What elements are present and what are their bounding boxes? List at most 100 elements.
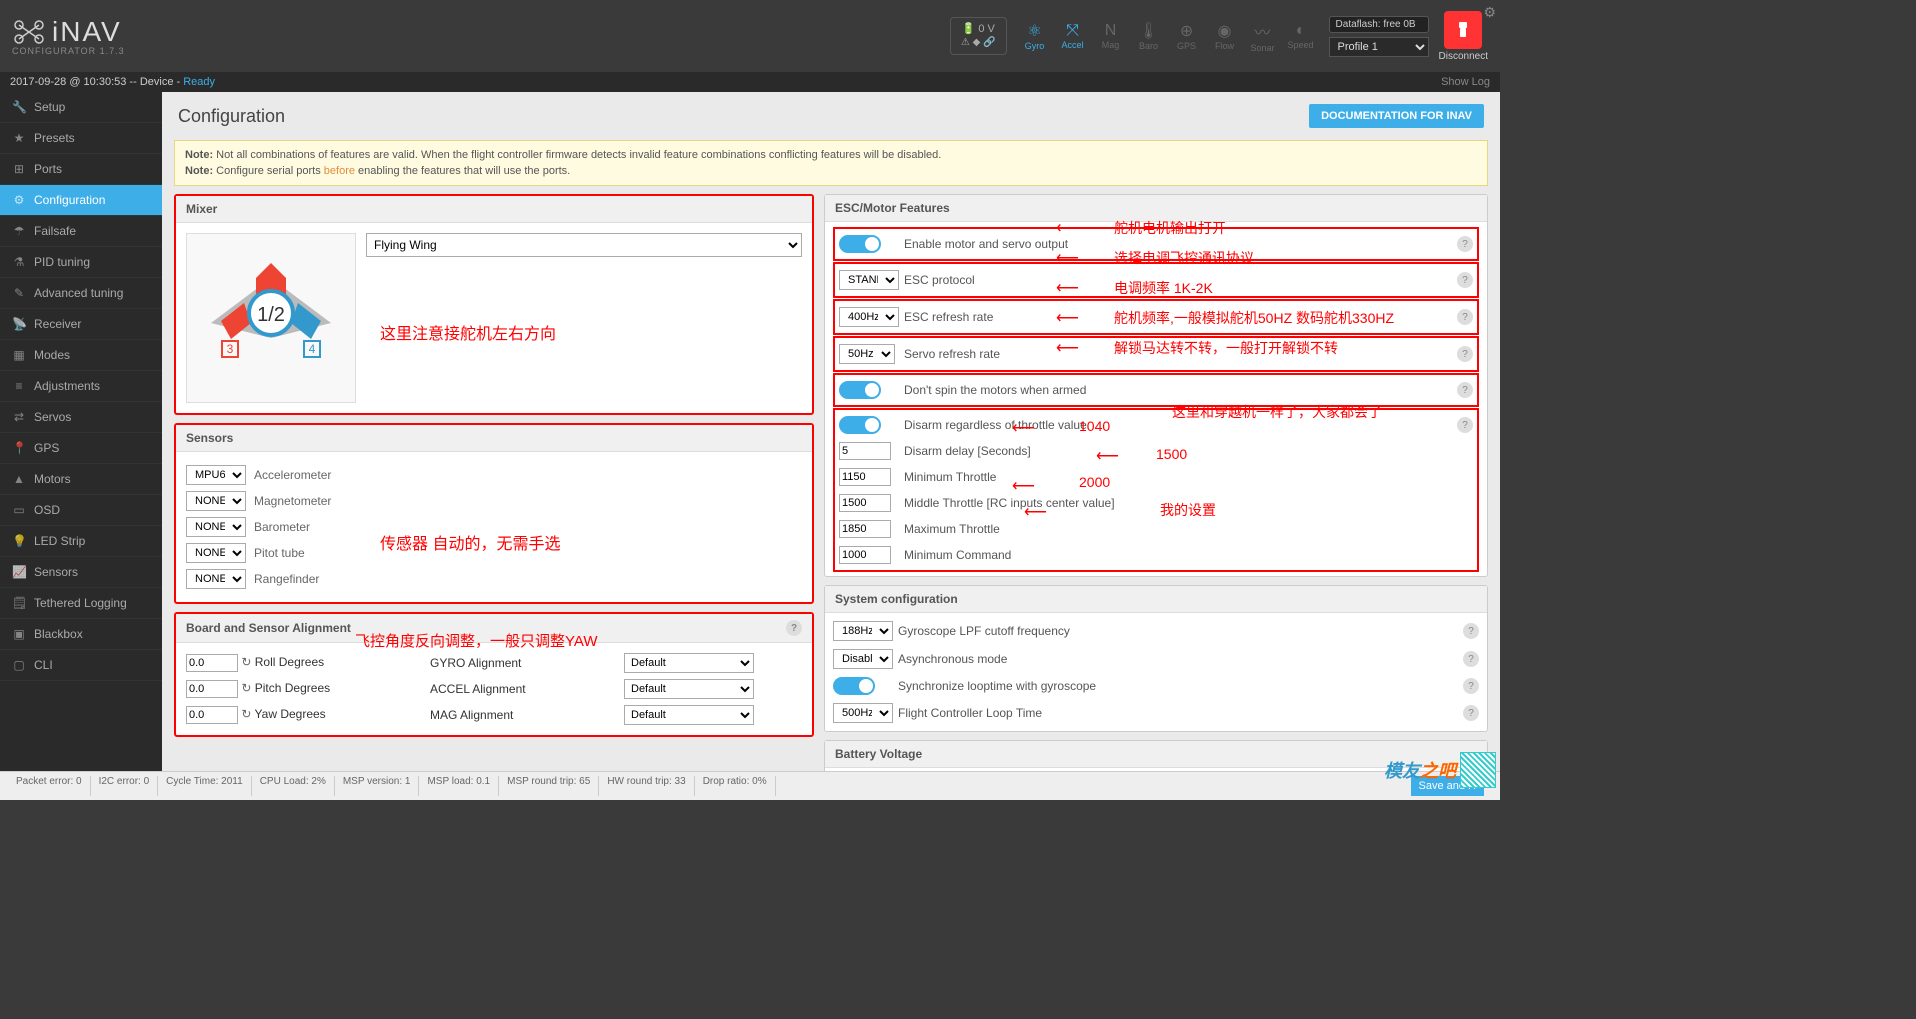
help-icon[interactable]: ? xyxy=(1463,705,1479,721)
logo-area: iNAV CONFIGURATOR 1.7.3 xyxy=(12,16,125,56)
barometer-select[interactable]: NONE xyxy=(186,517,246,537)
antenna-icon: 📡 xyxy=(12,317,26,331)
sensor-sonar-icon: 〰Sonar xyxy=(1245,14,1281,58)
log-icon: 🗒 xyxy=(12,596,26,610)
magnetometer-select[interactable]: NONE xyxy=(186,491,246,511)
sidebar-item-label: Blackbox xyxy=(34,627,83,641)
ports-icon: ⊞ xyxy=(12,162,26,176)
status-ready: Ready xyxy=(183,76,215,88)
config-label: Gyroscope LPF cutoff frequency xyxy=(898,624,1070,638)
sensor-gyro-icon: ⚛Gyro xyxy=(1017,14,1053,58)
disconnect-label: Disconnect xyxy=(1439,51,1488,62)
sidebar-item-receiver[interactable]: 📡Receiver xyxy=(0,309,162,340)
settings-gear-icon[interactable]: ⚙ xyxy=(1483,4,1496,21)
sidebar-item-ports[interactable]: ⊞Ports xyxy=(0,154,162,185)
rangefinder-select[interactable]: NONE xyxy=(186,569,246,589)
enable-motor-toggle[interactable] xyxy=(839,235,881,253)
sidebar-item-label: Modes xyxy=(34,348,70,362)
star-icon: ★ xyxy=(12,131,26,145)
disconnect-button[interactable] xyxy=(1444,11,1482,49)
inav-drone-icon xyxy=(12,18,46,46)
disarm-delay-input[interactable] xyxy=(839,442,891,460)
min-command-input[interactable] xyxy=(839,546,891,564)
esc-motor-panel: ESC/Motor Features Enable motor and serv… xyxy=(824,194,1488,577)
sidebar-item-modes[interactable]: ▦Modes xyxy=(0,340,162,371)
reset-icon[interactable]: ↻ xyxy=(241,707,251,721)
esc-refresh-select[interactable]: 400Hz xyxy=(839,307,899,327)
accelerometer-select[interactable]: MPU60 xyxy=(186,465,246,485)
help-icon[interactable]: ? xyxy=(1457,236,1473,252)
reset-icon[interactable]: ↻ xyxy=(241,655,251,669)
motor-stop-toggle[interactable] xyxy=(839,381,881,399)
help-icon[interactable]: ? xyxy=(1463,623,1479,639)
panel-title: Battery Voltage xyxy=(835,747,922,761)
servo-refresh-select[interactable]: 50Hz xyxy=(839,344,895,364)
gyro-lpf-select[interactable]: 188Hz xyxy=(833,621,893,641)
sidebar-item-osd[interactable]: ▭OSD xyxy=(0,495,162,526)
sidebar-item-presets[interactable]: ★Presets xyxy=(0,123,162,154)
config-label: Pitot tube xyxy=(254,546,305,560)
gyro-align-select[interactable]: Default xyxy=(624,653,754,673)
help-icon[interactable]: ? xyxy=(1457,346,1473,362)
panel-title: Mixer xyxy=(186,202,217,216)
sidebar-item-label: OSD xyxy=(34,503,60,517)
async-mode-select[interactable]: Disable xyxy=(833,649,893,669)
help-icon[interactable]: ? xyxy=(1457,417,1473,433)
sensor-baro-icon: 🌡Baro xyxy=(1131,14,1167,58)
mixer-type-select[interactable]: Flying Wing xyxy=(366,233,802,257)
show-log-button[interactable]: Show Log xyxy=(1441,76,1490,88)
config-label: Rangefinder xyxy=(254,572,319,586)
sensor-speed-icon: ◐Speed xyxy=(1283,14,1319,58)
footer-stat: CPU Load: 2% xyxy=(252,776,335,796)
pin-icon: 📍 xyxy=(12,441,26,455)
sidebar-item-configuration[interactable]: ⚙Configuration xyxy=(0,185,162,216)
mag-align-select[interactable]: Default xyxy=(624,705,754,725)
help-icon[interactable]: ? xyxy=(786,620,802,636)
loop-time-select[interactable]: 500Hz xyxy=(833,703,893,723)
mid-throttle-input[interactable] xyxy=(839,494,891,512)
terminal-icon: ▢ xyxy=(12,658,26,672)
disarm-throttle-toggle[interactable] xyxy=(839,416,881,434)
status-timestamp: 2017-09-28 @ 10:30:53 xyxy=(10,76,126,88)
sidebar-item-setup[interactable]: 🔧Setup xyxy=(0,92,162,123)
accel-align-select[interactable]: Default xyxy=(624,679,754,699)
sidebar-item-gps[interactable]: 📍GPS xyxy=(0,433,162,464)
sidebar-item-blackbox[interactable]: ▣Blackbox xyxy=(0,619,162,650)
sidebar-item-label: Adjustments xyxy=(34,379,100,393)
documentation-button[interactable]: DOCUMENTATION FOR INAV xyxy=(1309,104,1484,128)
config-label: Maximum Throttle xyxy=(904,522,1000,536)
max-throttle-input[interactable] xyxy=(839,520,891,538)
help-icon[interactable]: ? xyxy=(1463,651,1479,667)
help-icon[interactable]: ? xyxy=(1457,309,1473,325)
esc-protocol-select[interactable]: STAND xyxy=(839,270,899,290)
svg-text:1/2: 1/2 xyxy=(257,304,285,326)
sidebar-item-advanced[interactable]: ✎Advanced tuning xyxy=(0,278,162,309)
sidebar-item-motors[interactable]: ▲Motors xyxy=(0,464,162,495)
profile-select[interactable]: Profile 1 xyxy=(1329,37,1429,57)
help-icon[interactable]: ? xyxy=(1463,678,1479,694)
sidebar-item-label: PID tuning xyxy=(34,255,90,269)
help-icon[interactable]: ? xyxy=(1457,382,1473,398)
min-throttle-input[interactable] xyxy=(839,468,891,486)
config-label: Accelerometer xyxy=(254,468,331,482)
sidebar-item-led[interactable]: 💡LED Strip xyxy=(0,526,162,557)
motor-icon: ▲ xyxy=(12,472,26,486)
help-icon[interactable]: ? xyxy=(1457,272,1473,288)
yaw-degrees-input[interactable] xyxy=(186,706,238,724)
svg-text:4: 4 xyxy=(309,342,316,356)
config-label: Servo refresh rate xyxy=(904,347,1000,361)
sidebar-item-pid[interactable]: ⚗PID tuning xyxy=(0,247,162,278)
status-bar: 2017-09-28 @ 10:30:53 -- Device - Ready … xyxy=(0,72,1500,92)
reset-icon[interactable]: ↻ xyxy=(241,681,251,695)
mixer-diagram: 1/2 3 4 xyxy=(186,233,356,403)
sync-looptime-toggle[interactable] xyxy=(833,677,875,695)
sidebar-item-adjustments[interactable]: ≡Adjustments xyxy=(0,371,162,402)
sidebar-item-tethered[interactable]: 🗒Tethered Logging xyxy=(0,588,162,619)
pitch-degrees-input[interactable] xyxy=(186,680,238,698)
sidebar-item-servos[interactable]: ⇄Servos xyxy=(0,402,162,433)
pitot-select[interactable]: NONE xyxy=(186,543,246,563)
sidebar-item-failsafe[interactable]: ☂Failsafe xyxy=(0,216,162,247)
sidebar-item-cli[interactable]: ▢CLI xyxy=(0,650,162,681)
roll-degrees-input[interactable] xyxy=(186,654,238,672)
sidebar-item-sensors[interactable]: 📈Sensors xyxy=(0,557,162,588)
